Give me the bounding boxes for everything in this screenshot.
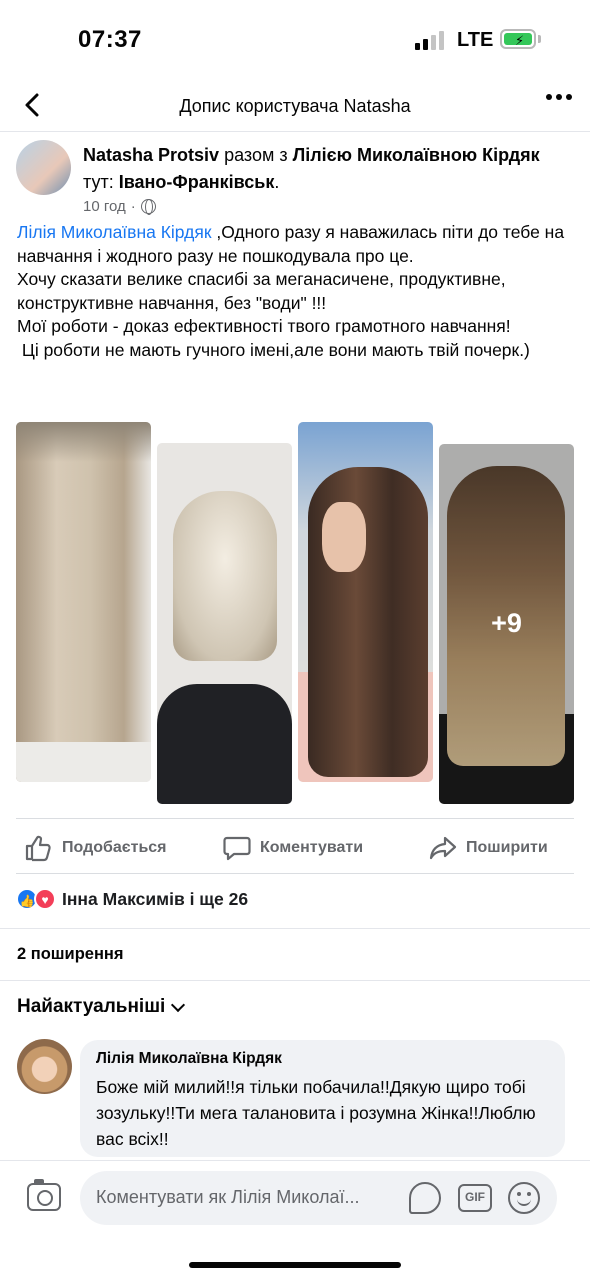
comment-placeholder: Коментувати як Лілія Миколаї... [96,1187,360,1207]
post-time[interactable]: 10 год [83,198,126,215]
more-options-button[interactable] [546,94,572,100]
speech-bubble-icon [223,836,251,861]
emoji-icon[interactable] [508,1182,540,1214]
comment-author[interactable]: Лілія Миколаївна Кірдяк [96,1050,282,1068]
network-type: LTE [457,29,494,51]
share-arrow-icon [429,836,457,860]
navigation-bar: Допис користувача Natasha [0,80,590,132]
share-button[interactable]: Поширити [428,833,548,863]
mention-link[interactable]: Лілія Миколаївна Кірдяк [17,222,211,242]
home-indicator[interactable] [189,1262,401,1268]
bolt-icon: ⚡ [515,33,525,48]
reactions-text: Інна Максимів і ще 26 [62,888,249,909]
at-word: тут: [83,172,114,192]
comment-sort-dropdown[interactable]: Найактуальніші [17,996,186,1018]
share-label: Поширити [466,839,548,856]
thumbs-up-icon [25,835,51,862]
reactions-summary[interactable]: 👍 ♥ Інна Максимів і ще 26 [16,888,248,910]
globe-icon [140,199,156,215]
author-name[interactable]: Natasha Protsiv [83,145,219,165]
location-link[interactable]: Івано-Франківськ [119,172,275,192]
like-button[interactable]: Подобається [24,833,167,863]
tagged-person[interactable]: Лілією Миколаївною Кірдяк [293,145,540,165]
comment-button[interactable]: Коментувати [222,833,363,863]
sort-label: Найактуальніші [17,996,166,1017]
comment-label: Коментувати [260,839,364,856]
divider [0,980,590,981]
comment-bubble: Лілія Миколаївна Кірдяк Боже мій милий!!… [80,1040,565,1157]
post-actions: Подобається Коментувати Поширити [16,818,574,874]
post-body: ,Одного разу я наважилась піти до тебе н… [17,222,565,360]
status-bar: 07:37 LTE ⚡ [0,0,590,80]
post-photo-3[interactable] [298,422,433,782]
gif-button[interactable]: GIF [458,1184,492,1212]
post-text: Лілія Миколаївна Кірдяк ,Одного разу я н… [17,221,577,362]
comment-input[interactable]: Коментувати як Лілія Миколаї... GIF [80,1171,557,1225]
sticker-icon[interactable] [409,1182,441,1214]
page-title: Допис користувача Natasha [179,96,411,116]
battery-cap [538,35,541,43]
shares-count[interactable]: 2 поширення [17,945,124,964]
battery-icon: ⚡ [500,29,536,49]
camera-icon[interactable] [27,1179,61,1211]
more-dots-icon [546,94,552,100]
post-photo-4[interactable]: +9 [439,444,574,804]
like-label: Подобається [62,839,167,856]
chevron-down-icon [171,997,186,1012]
more-photos-count: +9 [491,608,522,638]
love-reaction-icon: ♥ [34,888,56,910]
divider [0,928,590,929]
post-photo-1[interactable] [16,422,151,782]
commenter-avatar[interactable] [17,1039,72,1094]
signal-icon [415,30,444,50]
post-header: Natasha Protsiv разом з Лілією Миколаївн… [16,138,576,218]
status-time: 07:37 [78,26,142,53]
with-word: разом з [224,145,288,165]
post-author-line: Natasha Protsiv разом з Лілією Миколаївн… [83,145,540,192]
author-avatar[interactable] [16,140,71,195]
post-photo-2[interactable] [157,443,292,804]
comment-text: Боже мій милий!!я тільки побачила!!Дякую… [96,1077,541,1149]
post-meta: 10 год · [83,198,156,215]
